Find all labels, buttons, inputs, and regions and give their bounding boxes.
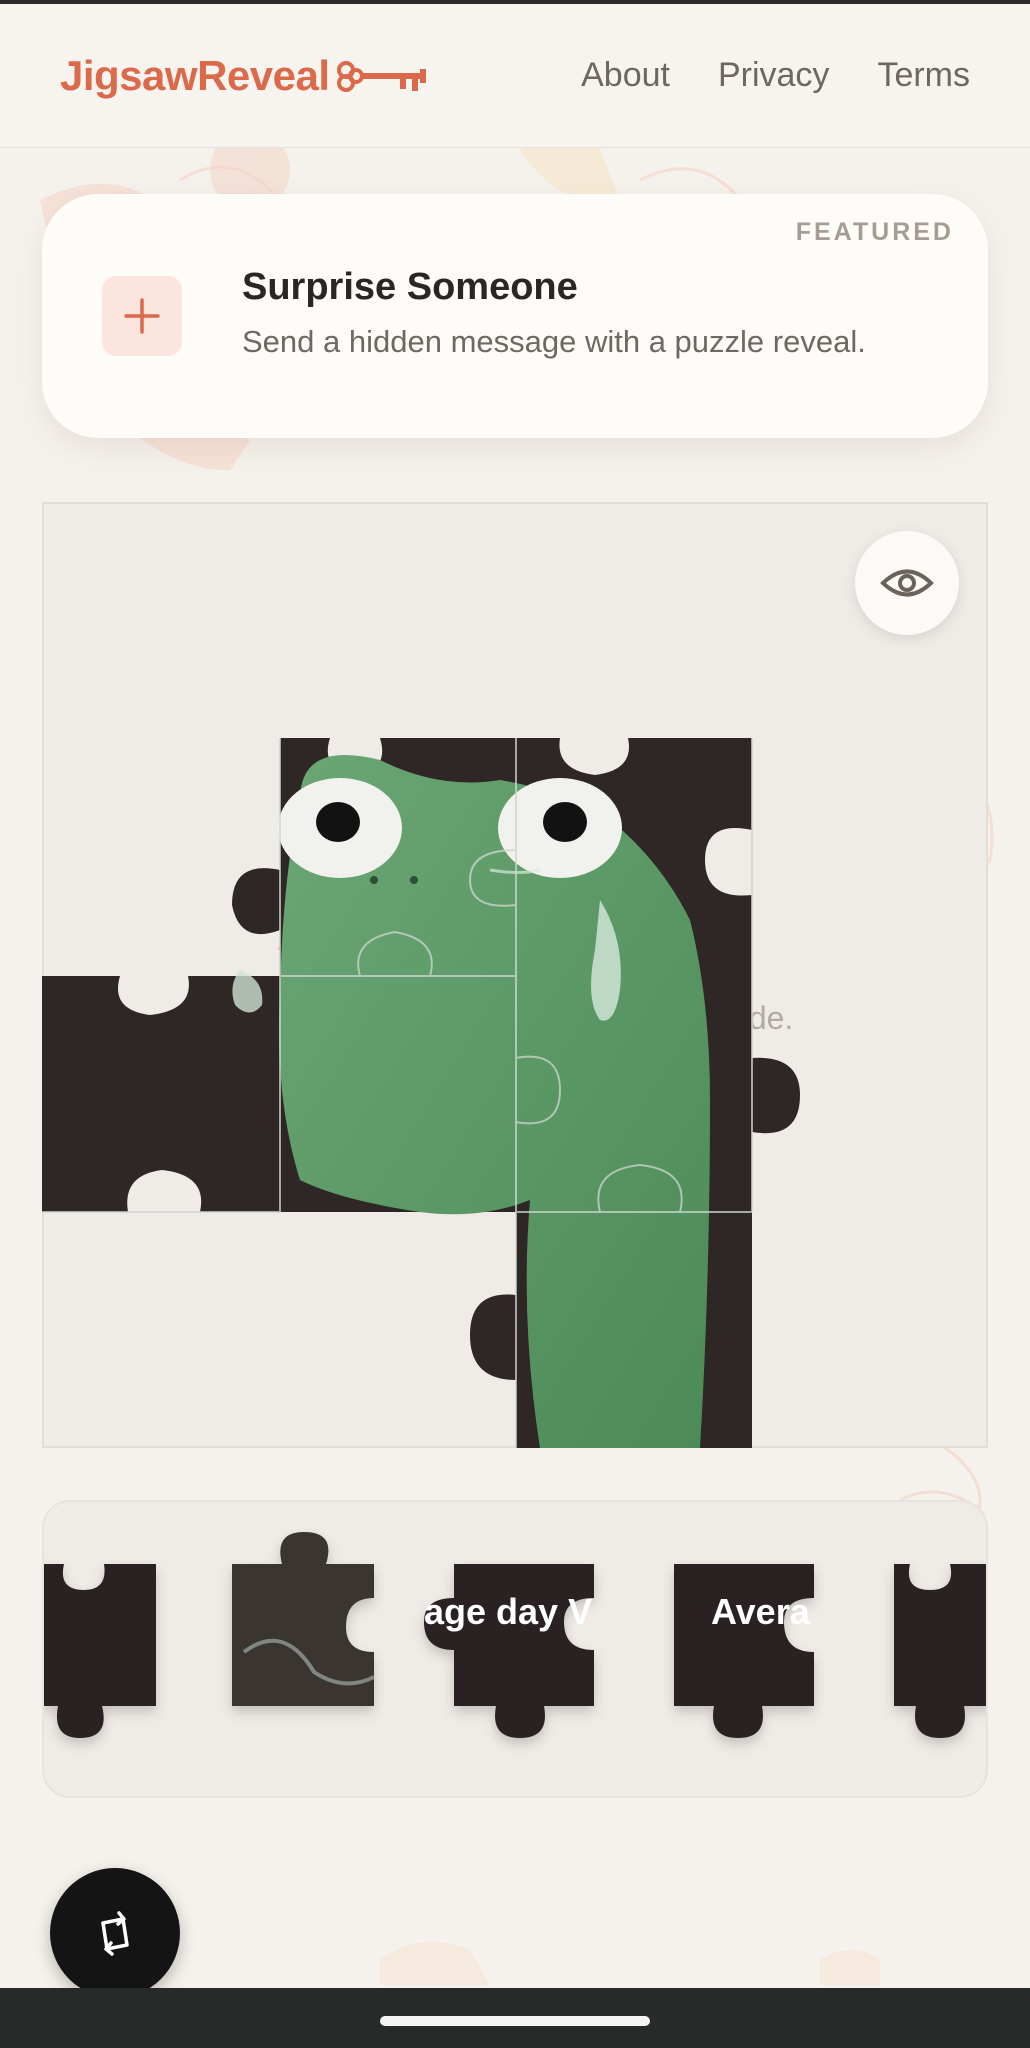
- brand-logo[interactable]: JigsawReveal: [60, 52, 430, 100]
- featured-badge: FEATURED: [795, 218, 954, 246]
- featured-title: Surprise Someone: [242, 266, 578, 308]
- system-navigation-bar: [0, 1988, 1030, 2048]
- rotate-icon: [101, 1911, 129, 1956]
- featured-card[interactable]: FEATURED Surprise Someone Send a hidden …: [42, 194, 988, 438]
- brand-name: JigsawReveal: [60, 51, 330, 99]
- hidden-message-subtitle: Pie en inside.: [236, 1000, 794, 1036]
- tray-piece-2: [232, 1532, 374, 1706]
- app-header: JigsawReveal About Privacy Terms: [0, 4, 1030, 148]
- eye-icon: [880, 569, 934, 597]
- key-icon: [336, 60, 426, 92]
- tray-pieces[interactable]: age day V Avera: [44, 1502, 988, 1798]
- tray-piece-1: [44, 1564, 156, 1738]
- home-indicator[interactable]: [380, 2016, 650, 2026]
- nav-terms-link[interactable]: Terms: [877, 56, 970, 95]
- plus-icon: [124, 298, 160, 334]
- hidden-message-title: A s ou.: [276, 912, 754, 959]
- add-button[interactable]: [102, 276, 182, 356]
- tray-piece-4-text: Avera: [711, 1591, 811, 1632]
- piece-tray[interactable]: age day V Avera: [42, 1500, 988, 1798]
- rotate-button[interactable]: [50, 1868, 180, 1998]
- tray-piece-5: [894, 1564, 986, 1738]
- featured-subtitle: Send a hidden message with a puzzle reve…: [242, 324, 866, 359]
- nav-privacy-link[interactable]: Privacy: [718, 56, 829, 95]
- preview-toggle-button[interactable]: [855, 531, 959, 635]
- nav-about-link[interactable]: About: [581, 56, 670, 95]
- top-nav: About Privacy Terms: [581, 56, 970, 95]
- tray-piece-3-text: age day V: [424, 1591, 592, 1632]
- puzzle-board[interactable]: [42, 502, 988, 1448]
